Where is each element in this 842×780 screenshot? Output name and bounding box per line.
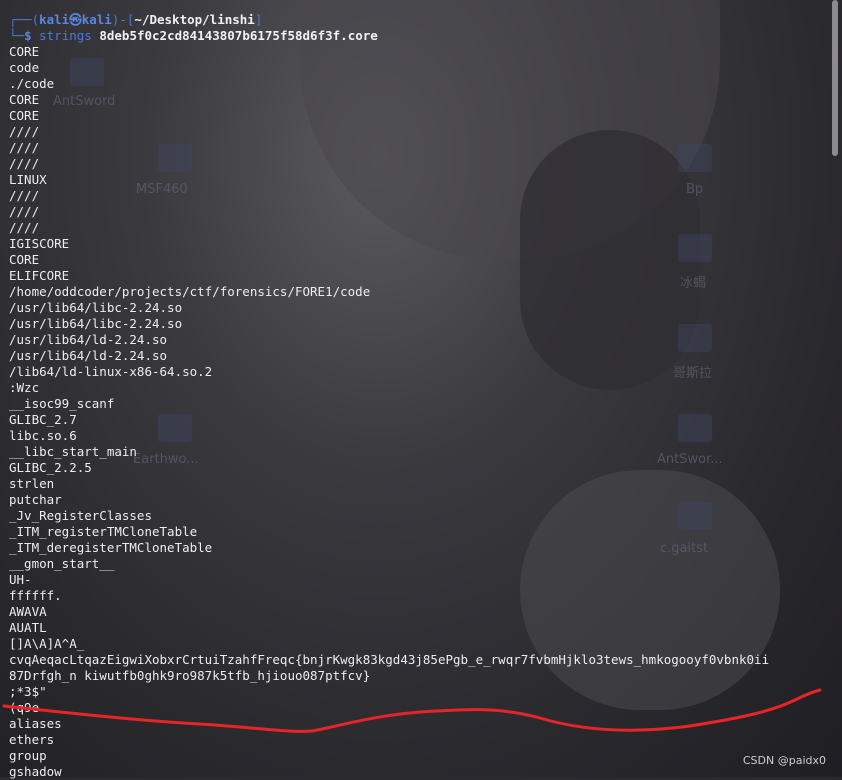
flag-line: 87Drfgh_n kiwutfb0ghk9ro987k5tfb_hjiouo0…: [9, 668, 371, 683]
output-line: []A\A]A^A_: [9, 636, 85, 651]
output-line: ////: [9, 204, 40, 219]
output-line: /usr/lib64/libc-2.24.so: [9, 300, 183, 315]
output-line: __isoc99_scanf: [9, 396, 115, 411]
output-line: ELIFCORE: [9, 268, 70, 283]
csdn-watermark: CSDN @paidx0: [742, 754, 826, 767]
output-line: CORE: [9, 252, 40, 267]
output-line: group: [9, 748, 47, 763]
output-line: ;*3$": [9, 684, 47, 699]
output-line: CORE: [9, 108, 40, 123]
output-line: putchar: [9, 492, 62, 507]
terminal-output-area[interactable]: ┌──(kali㉿kali)-[~/Desktop/linshi] └─$ st…: [0, 0, 842, 780]
output-line: CORE: [9, 44, 40, 59]
command-name: strings: [39, 28, 92, 43]
output-line: LINUX: [9, 172, 47, 187]
output-line: /usr/lib64/ld-2.24.so: [9, 332, 168, 347]
output-line: GLIBC_2.2.5: [9, 460, 92, 475]
prompt-line-1: ┌──(kali㉿kali)-[~/Desktop/linshi]: [9, 12, 842, 28]
output-line: ////: [9, 156, 40, 171]
output-line: __libc_start_main: [9, 444, 137, 459]
output-line: gshadow: [9, 764, 62, 779]
kali-skull-icon: ㉿: [69, 12, 82, 27]
output-line: ffffff.: [9, 588, 62, 603]
output-line: /usr/lib64/ld-2.24.so: [9, 348, 168, 363]
strings-output: CORE code ./code CORE CORE //// //// ///…: [9, 44, 842, 780]
output-line: ////: [9, 188, 40, 203]
command-argument: 8deb5f0c2cd84143807b6175f58d6f3f.core: [99, 28, 378, 43]
output-line: ./code: [9, 76, 55, 91]
output-line: _ITM_deregisterTMCloneTable: [9, 540, 213, 555]
output-line: libc.so.6: [9, 428, 77, 443]
output-line: aliases: [9, 716, 62, 731]
output-line: ////: [9, 220, 40, 235]
output-line: /usr/lib64/libc-2.24.so: [9, 316, 183, 331]
prompt-host: kali: [81, 12, 112, 27]
output-line: IGISCORE: [9, 236, 70, 251]
prompt-frame-right: ]: [254, 12, 263, 27]
output-line: ////: [9, 124, 40, 139]
prompt-path: ~/Desktop/linshi: [134, 12, 255, 27]
output-line: ////: [9, 140, 40, 155]
prompt-frame-mid: )-[: [111, 12, 135, 27]
output-line: GLIBC_2.7: [9, 412, 77, 427]
prompt-frame-left: ┌──(: [9, 12, 40, 27]
terminal-scrollbar[interactable]: [832, 0, 838, 156]
output-line: strlen: [9, 476, 55, 491]
output-line: /lib64/ld-linux-x86-64.so.2: [9, 364, 213, 379]
output-line: (q9e: [9, 700, 40, 715]
output-line: AWAVA: [9, 604, 47, 619]
output-line: _ITM_registerTMCloneTable: [9, 524, 198, 539]
output-line: :Wzc: [9, 380, 40, 395]
flag-line: cvqAeqacLtqazEigwiXobxrCrtuiTzahfFreqc{b…: [9, 652, 770, 667]
output-line: UH-: [9, 572, 32, 587]
prompt-dollar: $: [24, 28, 40, 43]
prompt-user: kali: [39, 12, 70, 27]
output-line: ethers: [9, 732, 55, 747]
output-line: __gmon_start__: [9, 556, 115, 571]
output-line: CORE: [9, 92, 40, 107]
output-line: _Jv_RegisterClasses: [9, 508, 152, 523]
output-line: AUATL: [9, 620, 47, 635]
output-line: /home/oddcoder/projects/ctf/forensics/FO…: [9, 284, 371, 299]
prompt-corner: └─: [9, 28, 25, 43]
output-line: code: [9, 60, 40, 75]
prompt-line-2: └─$ strings 8deb5f0c2cd84143807b6175f58d…: [9, 28, 842, 44]
